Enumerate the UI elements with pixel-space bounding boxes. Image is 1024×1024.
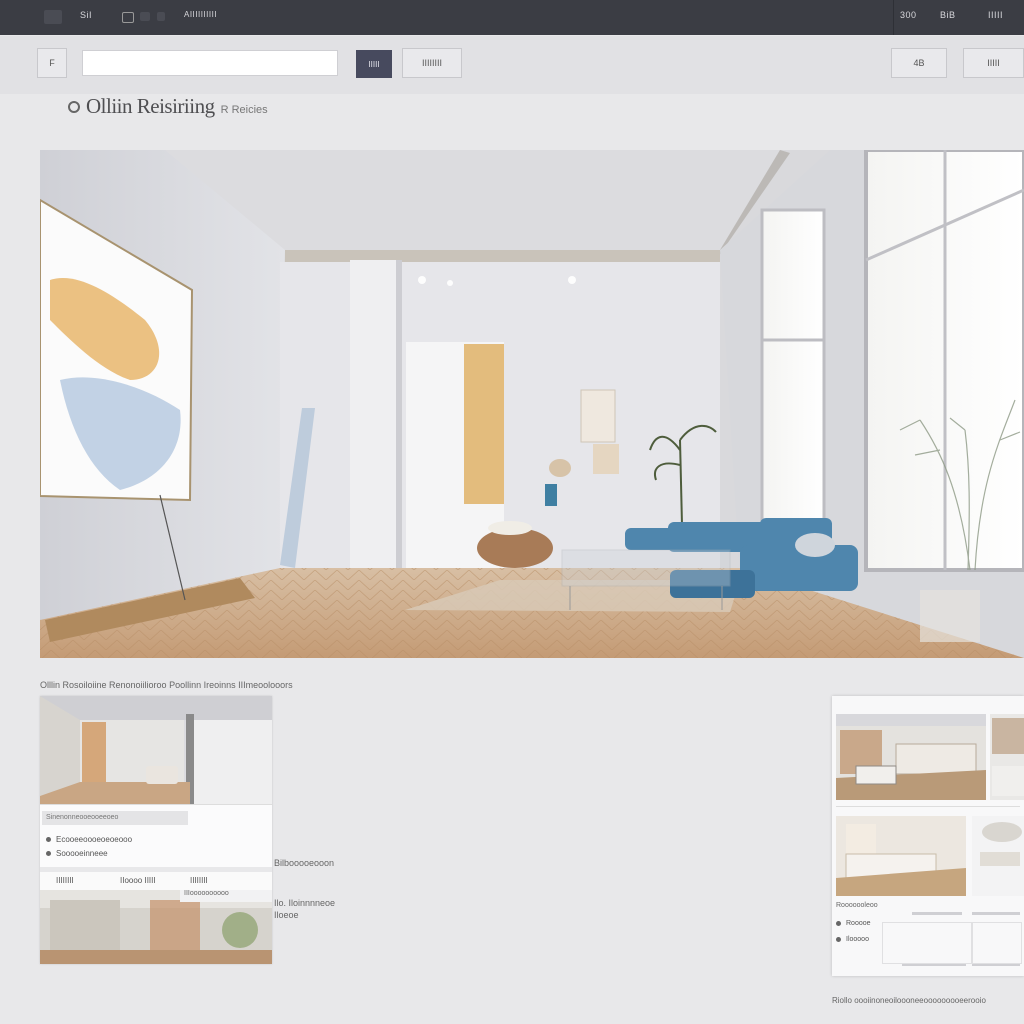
- card-bar-1: [912, 912, 962, 915]
- page-title: Olliin Reisiriing R Reicies: [68, 94, 268, 120]
- dropdown-option-2[interactable]: Sooooeinneee: [46, 849, 108, 858]
- right-preview-card[interactable]: Rooooooleoo Rooooe Ilooooo: [832, 696, 1024, 976]
- go-button[interactable]: IIIII: [356, 50, 392, 78]
- card-bar-2: [972, 912, 1020, 915]
- option-label: Ecooeeoooeoeoeooo: [56, 835, 133, 844]
- topbar-divider: [893, 0, 894, 35]
- radio-icon: [46, 851, 51, 856]
- room-render: [40, 150, 1024, 658]
- radio-icon: [836, 937, 841, 942]
- list-icon[interactable]: [157, 12, 165, 21]
- side-caption-3: Iloeoe: [274, 910, 299, 920]
- tab-1[interactable]: IIIIIIII: [56, 876, 74, 885]
- tab-2[interactable]: IIoooo IIIII: [120, 876, 156, 885]
- tab-3[interactable]: IIIIIIII: [190, 876, 208, 885]
- footer-caption: Riollo oooiinoneoiloooneeooooooooeerooio: [832, 996, 986, 1005]
- radio-icon[interactable]: [68, 101, 80, 113]
- search-input[interactable]: [82, 50, 338, 76]
- card-option-1[interactable]: Rooooe: [836, 920, 871, 927]
- topbar-label[interactable]: SiI: [80, 10, 92, 20]
- option-label: Sooooeinneee: [56, 849, 108, 858]
- toolbar: F IIIII IIIIIIII 4B IIIII: [0, 36, 1024, 94]
- card-bar-3: [902, 964, 966, 966]
- top-bar: SiI AIIIIIIIIII 300 BiB IIIII: [0, 0, 1024, 35]
- left-thumbnail-card[interactable]: Sinenonneooeooeeoeo Ecooeeoooeoeoeooo So…: [40, 696, 272, 964]
- hero-caption: Olllin Rosoiloiine Renonoiilioroo Poolli…: [40, 680, 293, 690]
- thumbnail-room-1: [40, 696, 272, 806]
- tooltip: IIIoooooooooo: [180, 890, 272, 902]
- dropdown-header[interactable]: Sinenonneooeooeeoeo: [42, 811, 188, 825]
- hero-room-image[interactable]: [40, 150, 1024, 658]
- app-name: AIIIIIIIIII: [184, 10, 218, 19]
- card-bar-4: [972, 964, 1020, 966]
- option-label: Rooooe: [846, 920, 871, 927]
- app-menu-icon[interactable]: [44, 10, 62, 24]
- secondary-button[interactable]: IIIIIIII: [402, 48, 462, 78]
- grid-icon[interactable]: [140, 12, 150, 21]
- preview-room-2b: [972, 816, 1024, 896]
- window-icon[interactable]: [122, 12, 134, 23]
- topbar-item-1[interactable]: 300: [900, 10, 917, 20]
- dropdown-option-1[interactable]: Ecooeeoooeoeoeooo: [46, 835, 132, 844]
- back-button[interactable]: F: [37, 48, 67, 78]
- preview-room-1: [836, 714, 986, 800]
- card-field-2[interactable]: [972, 922, 1022, 964]
- preview-room-2: [836, 816, 966, 896]
- card-field[interactable]: [882, 922, 972, 964]
- card-divider: [836, 806, 1020, 807]
- radio-icon: [836, 921, 841, 926]
- page-title-text: Olliin Reisiriing: [86, 94, 215, 118]
- preview-room-1b: [990, 714, 1024, 800]
- option-label: Ilooooo: [846, 936, 869, 943]
- right-button-2[interactable]: IIIII: [963, 48, 1024, 78]
- card-option-2[interactable]: Ilooooo: [836, 936, 869, 943]
- side-caption-1: Bilbooooeooon: [274, 858, 335, 868]
- page-subtitle: R Reicies: [220, 104, 268, 116]
- topbar-item-3[interactable]: IIIII: [988, 10, 1003, 20]
- topbar-item-2[interactable]: BiB: [940, 10, 956, 20]
- radio-icon: [46, 837, 51, 842]
- thumbnail-tabs: IIIIIIII IIoooo IIIII IIIIIIII: [40, 872, 272, 890]
- right-button-1[interactable]: 4B: [891, 48, 947, 78]
- card-label: Rooooooleoo: [836, 902, 878, 909]
- side-caption-2: Ilo. Iloinnnneoe: [274, 898, 336, 908]
